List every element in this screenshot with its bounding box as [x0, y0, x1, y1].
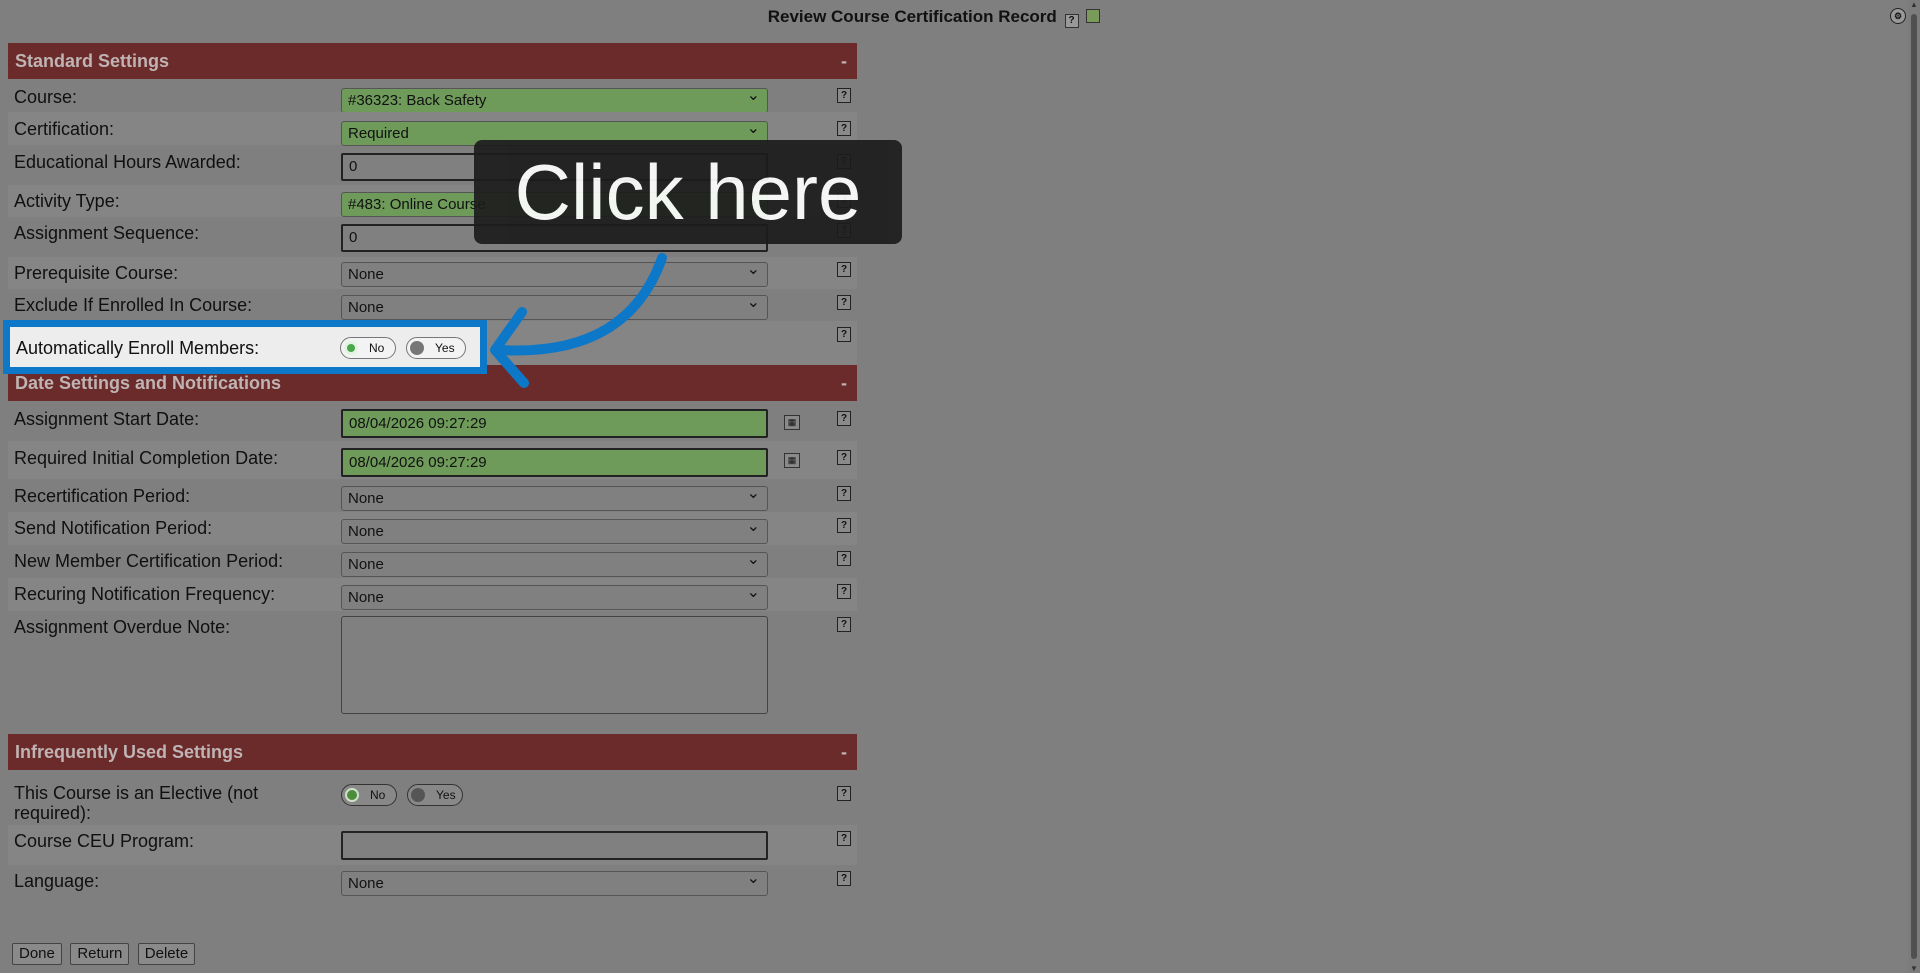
toggle-label: Yes — [435, 341, 455, 355]
row-recurring-notification: Recuring Notification Frequency: None ? — [8, 578, 857, 611]
section-title: Infrequently Used Settings — [15, 742, 244, 762]
language-select[interactable]: None — [341, 867, 768, 896]
page-title-text: Review Course Certification Record — [767, 7, 1057, 26]
overdue-label: Assignment Overdue Note: — [14, 617, 231, 637]
help-icon[interactable]: ? — [837, 551, 851, 566]
help-icon[interactable]: ? — [837, 121, 851, 136]
help-icon[interactable]: ? — [837, 486, 851, 501]
row-recertification-period: Recertification Period: None ? — [8, 479, 857, 512]
help-icon[interactable]: ? — [837, 617, 851, 632]
done-button[interactable]: Done — [12, 943, 62, 965]
toggle-knob — [411, 788, 425, 802]
auto-enroll-label: Automatically Enroll Members: — [16, 338, 260, 358]
recert-select[interactable]: None — [341, 482, 768, 511]
recurring-select[interactable]: None — [341, 581, 768, 610]
scrollbar-thumb[interactable] — [1911, 14, 1917, 959]
new-member-select[interactable]: None — [341, 548, 768, 577]
edu-hours-label: Educational Hours Awarded: — [14, 152, 241, 172]
course-label: Course: — [14, 87, 78, 107]
section-infrequent-settings[interactable]: Infrequently Used Settings - — [8, 734, 857, 770]
elective-yes-toggle[interactable]: Yes — [407, 784, 463, 806]
row-start-date: Assignment Start Date: 08/04/2026 09:27:… — [8, 401, 857, 441]
scroll-down-icon[interactable]: ▼ — [1910, 964, 1918, 973]
section-title: Standard Settings — [15, 51, 170, 71]
ceu-input[interactable] — [341, 831, 768, 860]
vertical-scrollbar[interactable]: ▲ ▼ — [1908, 0, 1920, 973]
toggle-knob — [345, 788, 359, 802]
help-icon[interactable]: ? — [837, 518, 851, 533]
row-course: Course: #36323: Back Safety ? — [8, 79, 857, 113]
language-label: Language: — [14, 871, 100, 891]
send-notif-select[interactable]: None — [341, 515, 768, 544]
start-date-label: Assignment Start Date: — [14, 409, 200, 429]
image-icon[interactable] — [1086, 9, 1101, 23]
elective-label: This Course is an Elective (not required… — [14, 783, 259, 823]
calendar-icon[interactable]: ▦ — [784, 453, 800, 468]
help-icon[interactable]: ? — [837, 327, 851, 342]
help-icon[interactable]: ? — [837, 88, 851, 103]
toggle-label: No — [369, 341, 385, 355]
section-title: Date Settings and Notifications — [15, 373, 282, 393]
prereq-label: Prerequisite Course: — [14, 263, 179, 283]
row-completion-date: Required Initial Completion Date: 08/04/… — [8, 441, 857, 479]
row-send-notification: Send Notification Period: None ? — [8, 512, 857, 545]
exclude-select[interactable]: None — [341, 291, 768, 320]
settings-icon[interactable]: ⚙ — [1890, 8, 1906, 24]
help-icon[interactable]: ? — [837, 262, 851, 277]
sequence-label: Assignment Sequence: — [14, 223, 200, 243]
completion-date-input[interactable]: 08/04/2026 09:27:29 — [341, 448, 768, 477]
elective-no-toggle[interactable]: No — [341, 784, 397, 806]
highlight-auto-enroll[interactable]: Automatically Enroll Members: No Yes — [3, 320, 487, 374]
start-date-input[interactable]: 08/04/2026 09:27:29 — [341, 409, 768, 438]
toggle-knob — [344, 341, 358, 355]
certification-label: Certification: — [14, 119, 115, 139]
page-title: Review Course Certification Record ? — [0, 7, 1868, 28]
row-ceu-program: Course CEU Program: ? — [8, 825, 857, 865]
row-overdue-note: Assignment Overdue Note: ? — [8, 611, 857, 734]
help-icon[interactable]: ? — [1064, 14, 1079, 28]
delete-button[interactable]: Delete — [137, 943, 196, 965]
collapse-icon[interactable]: - — [841, 43, 847, 79]
collapse-icon[interactable]: - — [841, 734, 847, 770]
auto-enroll-no-toggle[interactable]: No — [340, 337, 396, 359]
click-here-callout: Click here — [474, 140, 902, 244]
row-language: Language: None ? — [8, 865, 857, 905]
help-icon[interactable]: ? — [837, 584, 851, 599]
return-button[interactable]: Return — [70, 943, 130, 965]
recurring-label: Recuring Notification Frequency: — [14, 584, 276, 604]
help-icon[interactable]: ? — [837, 411, 851, 426]
help-icon[interactable]: ? — [837, 831, 851, 846]
activity-type-label: Activity Type: — [14, 191, 120, 211]
row-elective: This Course is an Elective (not required… — [8, 770, 857, 825]
toggle-label: No — [370, 788, 386, 802]
help-icon[interactable]: ? — [837, 450, 851, 465]
scroll-up-icon[interactable]: ▲ — [1910, 0, 1918, 9]
auto-enroll-yes-toggle[interactable]: Yes — [406, 337, 466, 359]
new-member-label: New Member Certification Period: — [14, 551, 284, 571]
recert-label: Recertification Period: — [14, 486, 191, 506]
completion-date-label: Required Initial Completion Date: — [14, 448, 279, 468]
help-icon[interactable]: ? — [837, 786, 851, 801]
overdue-note-textarea[interactable] — [341, 616, 768, 714]
prereq-select[interactable]: None — [341, 258, 768, 287]
calendar-icon[interactable]: ▦ — [784, 415, 800, 430]
row-new-member-cert: New Member Certification Period: None ? — [8, 545, 857, 578]
section-standard-settings[interactable]: Standard Settings - — [8, 43, 857, 79]
send-notif-label: Send Notification Period: — [14, 518, 213, 538]
row-exclude-enrolled: Exclude If Enrolled In Course: None ? — [8, 289, 857, 321]
toggle-label: Yes — [436, 788, 456, 802]
help-icon[interactable]: ? — [837, 295, 851, 310]
exclude-label: Exclude If Enrolled In Course: — [14, 295, 253, 315]
toggle-knob — [410, 341, 424, 355]
row-prerequisite-course: Prerequisite Course: None ? — [8, 257, 857, 289]
course-select[interactable]: #36323: Back Safety — [341, 84, 768, 113]
collapse-icon[interactable]: - — [841, 365, 847, 401]
ceu-label: Course CEU Program: — [14, 831, 195, 851]
help-icon[interactable]: ? — [837, 871, 851, 886]
action-buttons: Done Return Delete — [12, 943, 199, 965]
